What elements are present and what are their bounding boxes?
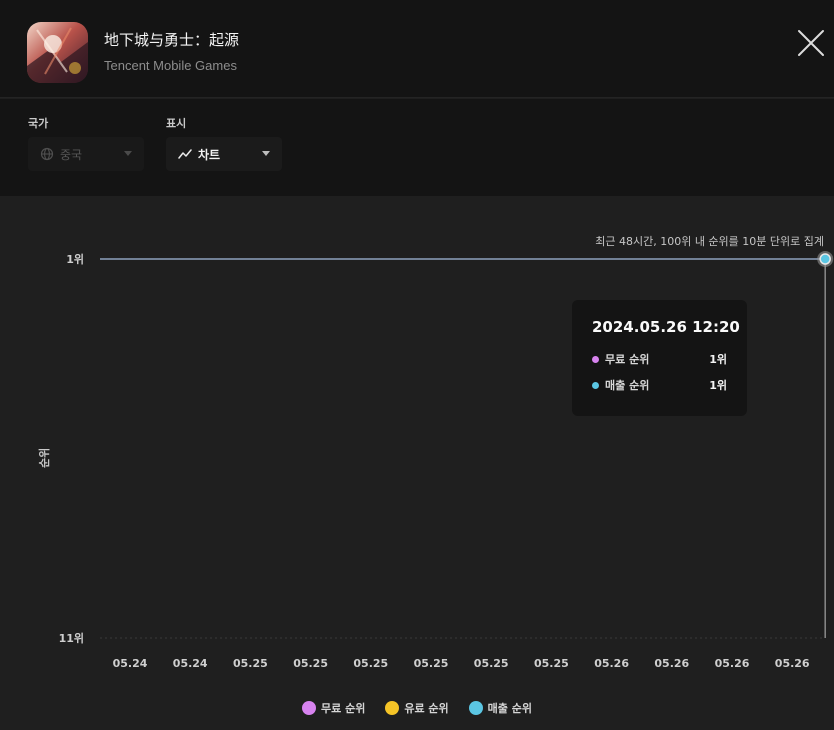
app-icon — [27, 22, 88, 83]
x-tick-label: 05.26 — [715, 657, 750, 670]
x-tick-label: 05.24 — [113, 657, 148, 670]
revenue-rank-dot — [592, 381, 599, 389]
tooltip-date: 2024.05.26 12:20 — [592, 318, 740, 336]
tooltip-row-label: 무료 순위 — [605, 353, 650, 366]
chart-legend: 무료 순위 유료 순위 매출 순위 — [0, 700, 834, 716]
x-tick-label: 05.25 — [353, 657, 388, 670]
globe-icon — [40, 147, 54, 161]
close-button[interactable] — [792, 24, 830, 62]
chevron-down-icon — [262, 151, 270, 156]
x-tick-label: 05.25 — [293, 657, 328, 670]
x-tick-label: 05.25 — [474, 657, 509, 670]
tooltip-row-value: 1위 — [709, 379, 727, 392]
view-label: 표시 — [166, 117, 187, 130]
close-icon — [798, 30, 824, 56]
app-title: 地下城与勇士：起源 — [104, 31, 240, 49]
chart-tooltip: 2024.05.26 12:20 무료 순위 1위 매출 순위 1위 — [572, 300, 747, 416]
x-tick-label: 05.25 — [233, 657, 268, 670]
chevron-down-icon — [124, 151, 132, 156]
legend-label: 매출 순위 — [487, 702, 532, 715]
chart-plot[interactable]: 1위 11위 05.24 05.24 05.25 05.25 05.25 05.25 05.25… — [0, 196, 834, 730]
y-tick-label: 11위 — [59, 632, 84, 645]
x-tick-label: 05.24 — [173, 657, 208, 670]
x-tick-label: 05.25 — [414, 657, 449, 670]
x-tick-label: 05.25 — [534, 657, 569, 670]
legend-dot — [385, 701, 400, 715]
y-tick-label: 1위 — [66, 253, 84, 266]
country-select[interactable]: 중국 — [28, 137, 144, 171]
legend-dot — [302, 701, 317, 715]
legend-revenue-rank[interactable]: 매출 순위 — [468, 700, 532, 716]
x-tick-label: 05.26 — [594, 657, 629, 670]
tooltip-row-revenue: 매출 순위 1위 — [592, 376, 727, 394]
app-header: 地下城与勇士：起源 Tencent Mobile Games — [0, 0, 834, 98]
x-tick-label: 05.26 — [654, 657, 689, 670]
filter-controls: 국가 중국 표시 차트 — [0, 99, 834, 196]
legend-free-rank[interactable]: 무료 순위 — [302, 700, 365, 716]
x-tick-label: 05.26 — [775, 657, 810, 670]
tooltip-row-value: 1위 — [709, 353, 727, 366]
free-rank-dot — [592, 355, 599, 363]
country-label: 국가 — [28, 117, 49, 130]
legend-dot — [468, 701, 483, 715]
tooltip-row-free: 무료 순위 1위 — [592, 350, 727, 368]
legend-label: 유료 순위 — [404, 702, 449, 715]
tooltip-row-label: 매출 순위 — [605, 379, 650, 392]
legend-label: 무료 순위 — [321, 702, 366, 715]
hover-marker — [819, 253, 831, 265]
view-select[interactable]: 차트 — [166, 137, 282, 171]
country-value: 중국 — [60, 147, 83, 162]
rank-chart: 최근 48시간, 100위 내 순위를 10분 단위로 집계 순위 1위 11위 0… — [0, 196, 834, 730]
developer-name: Tencent Mobile Games — [104, 58, 237, 73]
view-value: 차트 — [198, 147, 221, 162]
line-chart-icon — [178, 149, 192, 159]
legend-paid-rank[interactable]: 유료 순위 — [385, 700, 449, 716]
